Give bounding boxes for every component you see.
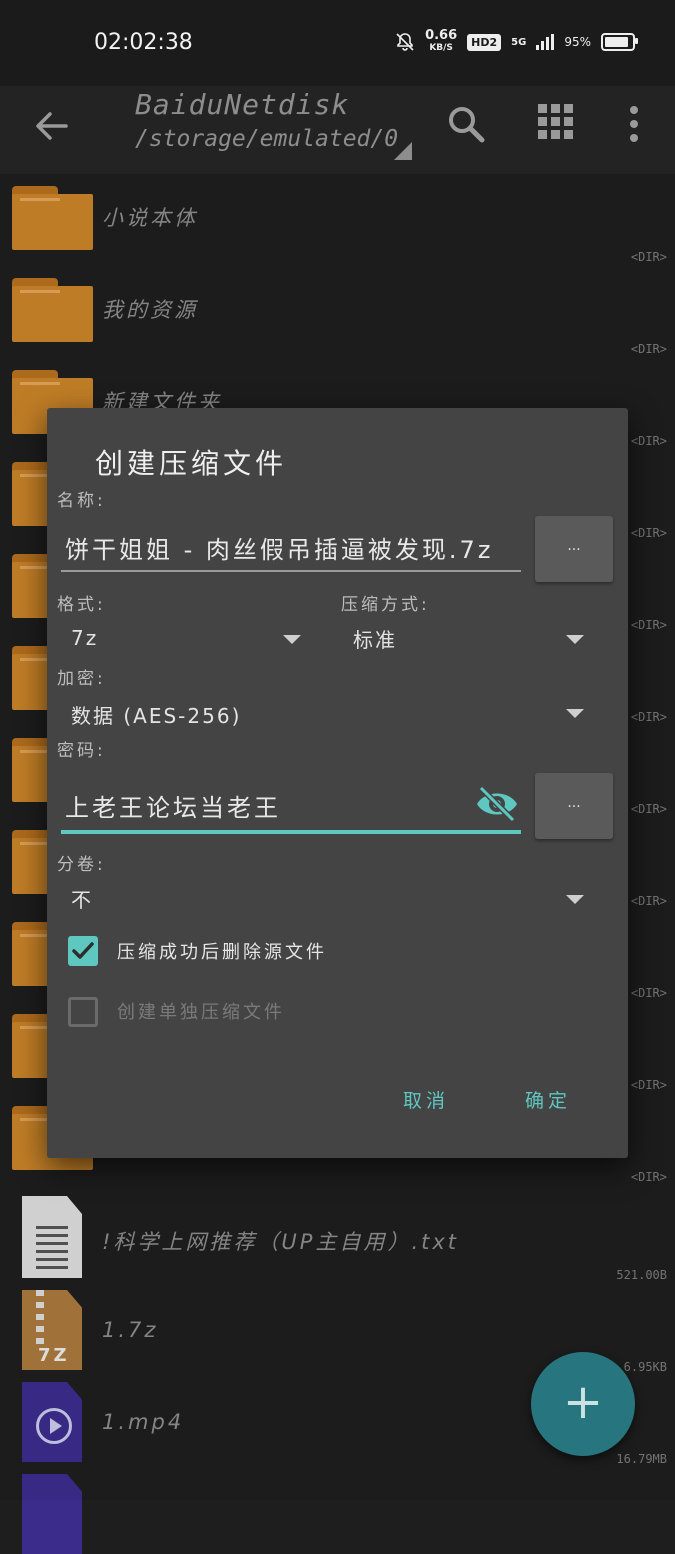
cancel-button[interactable]: 取消 bbox=[403, 1086, 449, 1113]
method-dropdown-icon[interactable] bbox=[566, 635, 584, 644]
format-label: 格式: bbox=[57, 595, 106, 615]
battery-icon bbox=[601, 33, 638, 51]
search-icon[interactable] bbox=[444, 102, 488, 146]
separate-archive-checkbox[interactable] bbox=[68, 997, 98, 1027]
split-dropdown-icon[interactable] bbox=[566, 895, 584, 904]
encryption-select-value[interactable]: 数据 (AES-256) bbox=[71, 700, 241, 729]
hd-badge: HD2 bbox=[467, 33, 502, 51]
delete-source-label[interactable]: 压缩成功后删除源文件 bbox=[117, 938, 327, 964]
ok-button[interactable]: 确定 bbox=[525, 1086, 571, 1113]
check-icon bbox=[72, 942, 94, 959]
password-label: 密码: bbox=[57, 741, 106, 761]
browse-name-button[interactable]: ... bbox=[535, 516, 613, 582]
name-label: 名称: bbox=[57, 491, 106, 511]
archive-name-input[interactable]: 饼干姐姐 - 肉丝假吊插逼被发现.7z bbox=[65, 530, 521, 565]
encryption-label: 加密: bbox=[57, 669, 106, 689]
create-archive-dialog: 创建压缩文件 名称: 饼干姐姐 - 肉丝假吊插逼被发现.7z ... 格式: 7… bbox=[47, 408, 628, 1158]
network-type-label: 5G bbox=[511, 36, 527, 48]
split-label: 分卷: bbox=[57, 855, 106, 875]
back-arrow-icon[interactable] bbox=[30, 104, 74, 148]
dialog-title: 创建压缩文件 bbox=[95, 447, 288, 480]
toolbar-title: BaiduNetdisk bbox=[135, 88, 350, 121]
network-speed-value: 0.66 bbox=[425, 28, 458, 43]
format-dropdown-icon[interactable] bbox=[283, 635, 301, 644]
status-bar: 02:02:38 0.66 KB/S HD2 5G 95% bbox=[0, 0, 675, 86]
bell-off-icon bbox=[396, 33, 414, 51]
network-speed-unit: KB/S bbox=[429, 43, 453, 53]
split-select-value[interactable]: 不 bbox=[71, 884, 93, 913]
password-input[interactable]: 上老王论坛当老王 bbox=[65, 788, 465, 823]
archive-name-underline bbox=[61, 570, 521, 572]
method-select-value[interactable]: 标准 bbox=[353, 624, 397, 653]
more-vert-icon[interactable] bbox=[622, 102, 646, 146]
toolbar: BaiduNetdisk /storage/emulated/0 bbox=[0, 86, 675, 174]
status-time: 02:02:38 bbox=[94, 30, 193, 55]
visibility-off-icon[interactable] bbox=[475, 784, 519, 824]
path-dropdown-icon[interactable] bbox=[394, 142, 412, 160]
network-speed: 0.66 KB/S bbox=[425, 28, 458, 54]
delete-source-checkbox[interactable] bbox=[68, 936, 98, 966]
toolbar-path[interactable]: /storage/emulated/0 bbox=[135, 126, 398, 152]
format-select-value[interactable]: 7z bbox=[71, 626, 98, 650]
status-icons: 0.66 KB/S HD2 5G 95% bbox=[395, 28, 638, 54]
separate-archive-label[interactable]: 创建单独压缩文件 bbox=[117, 998, 285, 1024]
signal-icon bbox=[536, 34, 555, 50]
encryption-dropdown-icon[interactable] bbox=[566, 709, 584, 718]
password-generate-button[interactable]: ... bbox=[535, 773, 613, 839]
password-underline bbox=[61, 830, 521, 834]
grid-view-icon[interactable] bbox=[536, 102, 576, 142]
method-label: 压缩方式: bbox=[341, 595, 430, 615]
battery-percent: 95% bbox=[564, 35, 591, 49]
